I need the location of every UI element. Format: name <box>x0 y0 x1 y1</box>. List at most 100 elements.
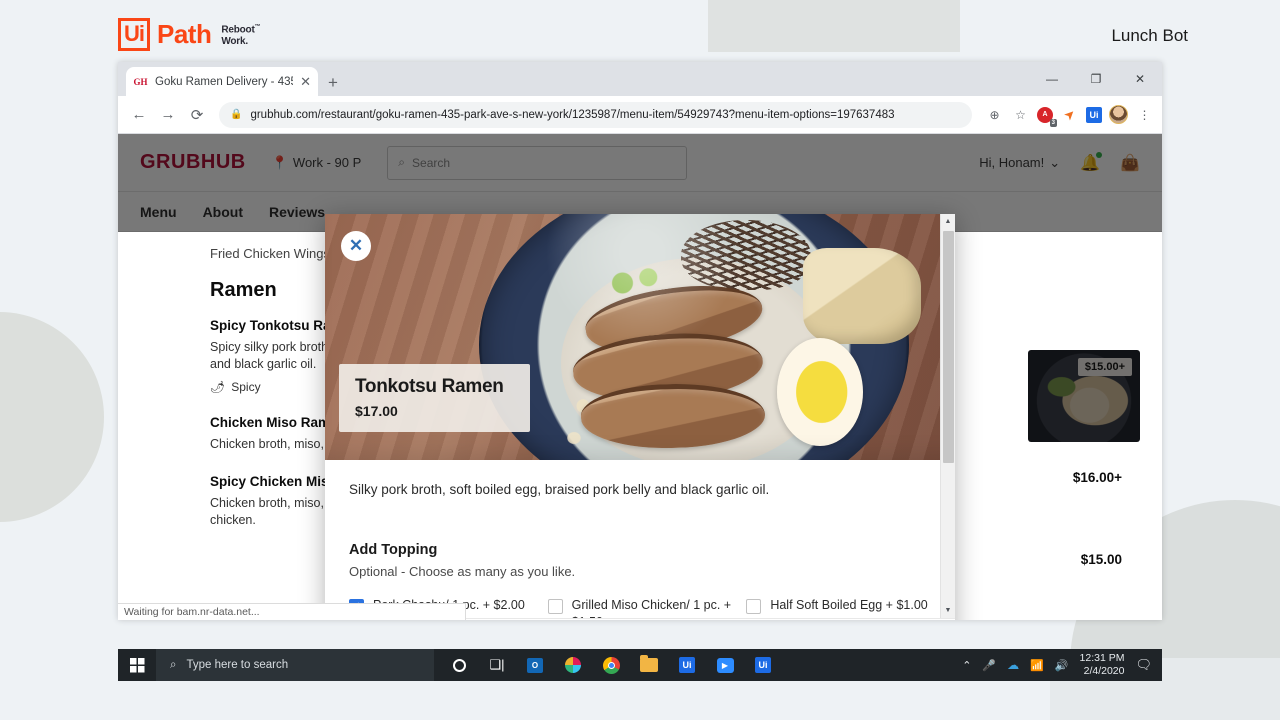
wifi-icon[interactable]: 📶 <box>1030 659 1044 672</box>
header-right: Hi, Honam! ⌄ 🔔 👜 <box>979 151 1140 173</box>
search-input[interactable]: ⌕ Search <box>387 145 688 180</box>
address-bar[interactable]: 🔒 grubhub.com/restaurant/goku-ramen-435-… <box>219 101 972 128</box>
clock-time: 12:31 PM <box>1079 652 1125 664</box>
taskbar-search-input[interactable]: ⌕ Type here to search <box>156 649 434 681</box>
uipath-logo: Ui Path Reboot™ Work. <box>118 18 261 51</box>
thumbnail-price: $15.00+ <box>1077 358 1132 376</box>
nav-item-reviews[interactable]: Reviews <box>269 204 325 220</box>
web-page: GRUBHUB 📍 Work - 90 P ⌕ Search Hi, Honam… <box>118 134 1162 620</box>
install-app-icon[interactable]: ⊕ <box>985 105 1004 124</box>
item-tag-label: Spicy <box>231 380 261 394</box>
uipath-extension-icon[interactable]: Ui <box>1086 106 1102 123</box>
grubhub-logo[interactable]: GRUBHUB <box>140 151 246 174</box>
browser-tab[interactable]: GH Goku Ramen Delivery - 435 Park ✕ <box>126 67 318 96</box>
uipath-studio-icon[interactable]: Ui <box>744 649 782 681</box>
bookmark-star-icon[interactable]: ☆ <box>1011 105 1030 124</box>
menu-item-modal: ✕ Tonkotsu Ramen $17.00 Silky pork broth… <box>325 214 955 620</box>
onedrive-icon[interactable]: ☁ <box>1007 658 1019 672</box>
scrollbar-thumb[interactable] <box>943 231 954 463</box>
decorative-circle-left <box>0 312 104 522</box>
cortana-icon[interactable] <box>440 649 478 681</box>
maximize-button[interactable]: ❐ <box>1074 64 1118 94</box>
tagline-tm: ™ <box>254 24 261 31</box>
add-topping-subtitle: Optional - Choose as many as you like. <box>349 564 576 579</box>
tagline-line2: Work. <box>221 35 248 47</box>
chrome-icon[interactable] <box>592 649 630 681</box>
modal-scroll-area: ✕ Tonkotsu Ramen $17.00 Silky pork broth… <box>325 214 955 618</box>
chrome-menu-icon[interactable]: ⋮ <box>1135 105 1154 124</box>
search-icon: ⌕ <box>170 658 177 671</box>
greeting-text: Hi, Honam! <box>979 155 1045 170</box>
system-tray: ⌃ 🎤 ☁ 📶 🔊 12:31 PM 2/4/2020 🗨 <box>962 652 1162 678</box>
item-thumbnail: $15.00+ <box>1028 350 1140 442</box>
outlook-icon[interactable]: O <box>516 649 554 681</box>
scroll-down-arrow-icon[interactable]: ▼ <box>941 603 955 618</box>
grubhub-favicon: GH <box>133 76 148 87</box>
uipath-ui-badge: Ui <box>118 18 150 51</box>
search-icon: ⌕ <box>398 155 406 169</box>
topping-option-grilled-miso-chicken[interactable]: Grilled Miso Chicken/ 1 pc. + $1.50 <box>547 597 733 618</box>
slack-icon[interactable] <box>554 649 592 681</box>
slide-title: Lunch Bot <box>1111 26 1188 45</box>
tray-chevron-icon[interactable]: ⌃ <box>962 659 971 672</box>
close-modal-button[interactable]: ✕ <box>341 231 371 261</box>
topping-option-half-soft-boiled-egg[interactable]: Half Soft Boiled Egg + $1.00 <box>746 597 931 618</box>
close-window-button[interactable]: ✕ <box>1118 64 1162 94</box>
zoom-icon[interactable]: ▶ <box>706 649 744 681</box>
adblock-badge: 3 <box>1049 118 1057 127</box>
dish-hero-image: ✕ Tonkotsu Ramen $17.00 <box>325 214 955 460</box>
topping-label: Grilled Miso Chicken/ 1 pc. + $1.50 <box>571 598 732 618</box>
notification-dot <box>1096 151 1103 158</box>
dish-name-plate: Tonkotsu Ramen $17.00 <box>339 364 530 432</box>
taskbar-app-icons: ❑| O Ui ▶ Ui <box>440 649 782 681</box>
chrome-profile-avatar[interactable] <box>1109 105 1128 124</box>
item-price: $16.00+ <box>1072 470 1122 485</box>
browser-status-bar: Waiting for bam.nr-data.net... <box>118 603 466 620</box>
minimize-button[interactable]: — <box>1030 64 1074 94</box>
back-icon[interactable]: ← <box>126 102 152 128</box>
add-topping-heading: Add Topping <box>349 542 438 558</box>
file-explorer-icon[interactable] <box>630 649 668 681</box>
uipath-path-word: Path <box>157 19 212 49</box>
new-tab-button[interactable]: + <box>328 74 338 91</box>
chili-pepper-icon: 🌶 <box>210 380 226 394</box>
delivery-address[interactable]: 📍 Work - 90 P <box>272 155 362 171</box>
modal-scrollbar[interactable]: ▲ ▼ <box>940 214 955 618</box>
nav-item-menu[interactable]: Menu <box>140 204 177 220</box>
browser-toolbar: ← → ⟳ 🔒 grubhub.com/restaurant/goku-rame… <box>118 96 1162 134</box>
notification-center-icon[interactable]: 🗨 <box>1135 657 1152 673</box>
uipath-icon[interactable]: Ui <box>668 649 706 681</box>
clock[interactable]: 12:31 PM 2/4/2020 <box>1080 652 1125 678</box>
omnibox-icons: ⊕ ☆ A3 ➤ Ui ⋮ <box>981 105 1154 127</box>
adblock-extension-icon[interactable]: A3 <box>1037 106 1057 127</box>
microphone-icon[interactable]: 🎤 <box>982 659 996 672</box>
location-pin-icon: 📍 <box>271 154 288 170</box>
nav-item-about[interactable]: About <box>203 204 243 220</box>
browser-window: GH Goku Ramen Delivery - 435 Park ✕ + — … <box>118 62 1162 620</box>
browser-tab-strip: GH Goku Ramen Delivery - 435 Park ✕ + — … <box>118 62 1162 96</box>
scroll-up-arrow-icon[interactable]: ▲ <box>941 214 955 229</box>
task-view-icon[interactable]: ❑| <box>478 649 516 681</box>
notification-bell-icon[interactable]: 🔔 <box>1080 151 1103 173</box>
search-placeholder: Search <box>412 155 451 170</box>
forward-icon[interactable]: → <box>155 102 181 128</box>
reload-icon[interactable]: ⟳ <box>184 102 210 128</box>
dish-price: $17.00 <box>355 403 398 419</box>
grubhub-header: GRUBHUB 📍 Work - 90 P ⌕ Search Hi, Honam… <box>118 134 1162 192</box>
account-menu[interactable]: Hi, Honam! ⌄ <box>979 155 1060 171</box>
decorative-rect-top <box>708 0 960 52</box>
dish-name: Tonkotsu Ramen <box>355 376 504 397</box>
clock-date: 2/4/2020 <box>1083 665 1125 677</box>
shopping-bag-icon[interactable]: 👜 <box>1120 153 1140 173</box>
lock-icon: 🔒 <box>230 109 243 120</box>
url-text: grubhub.com/restaurant/goku-ramen-435-pa… <box>250 108 895 121</box>
windows-taskbar: ⌕ Type here to search ❑| O Ui ▶ Ui ⌃ 🎤 ☁… <box>118 649 1162 681</box>
volume-icon[interactable]: 🔊 <box>1055 659 1069 672</box>
uipath-tagline: Reboot™ Work. <box>221 22 260 46</box>
rocket-extension-icon[interactable]: ➤ <box>1056 101 1083 128</box>
checkbox-icon[interactable] <box>547 599 563 614</box>
checkbox-icon[interactable] <box>746 599 762 614</box>
taskbar-search-placeholder: Type here to search <box>186 659 289 671</box>
start-button[interactable] <box>118 649 156 681</box>
tab-close-icon[interactable]: ✕ <box>300 75 311 88</box>
